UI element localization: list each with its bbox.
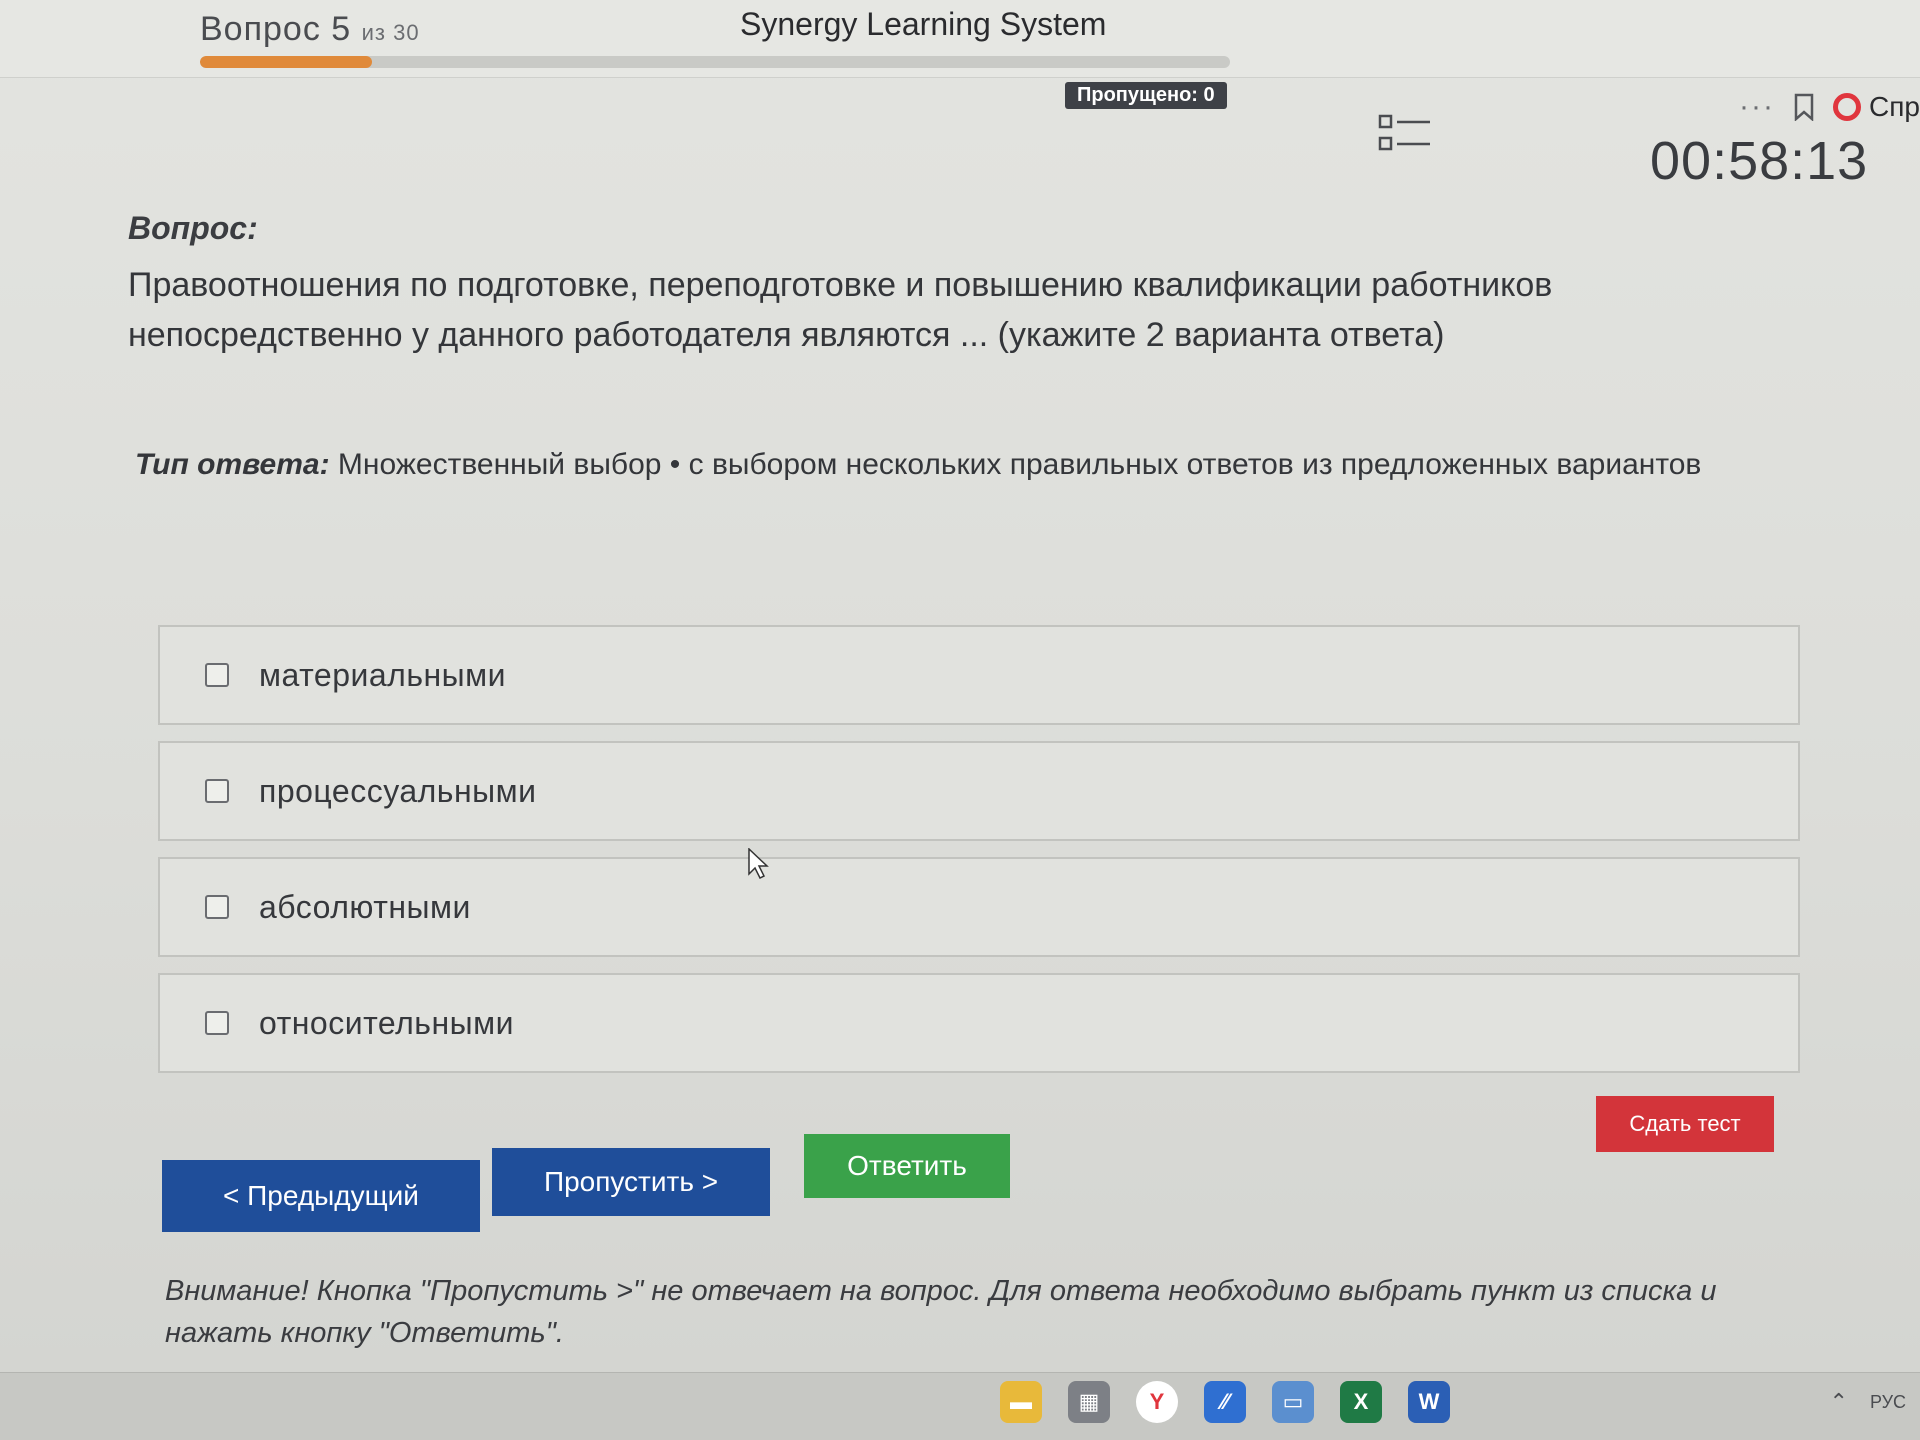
question-label: Вопрос: [128,210,258,246]
option-label: процессуальными [259,772,537,809]
option-label: относительными [259,1004,515,1041]
bookmark-icon[interactable] [1793,93,1815,121]
answer-type-value: Множественный выбор • с выбором нескольк… [337,448,1702,481]
more-icon[interactable]: ··· [1739,90,1775,124]
file-explorer-icon[interactable]: ▬ [1000,1381,1042,1423]
answer-button[interactable]: Ответить [804,1134,1010,1198]
help-label: Спр [1869,91,1920,122]
mouse-cursor-icon [748,847,770,885]
taskbar-icons: ▬ ▦ Y ⁄⁄ ▭ X W [1000,1381,1450,1423]
option-label: материальными [259,656,507,693]
option-checkbox[interactable] [205,663,229,687]
header-actions: ··· Спр [1739,90,1920,124]
taskbar: ▬ ▦ Y ⁄⁄ ▭ X W ⌃ РУС [0,1372,1920,1440]
screen-icon[interactable]: ▭ [1272,1381,1314,1423]
answer-type-label: Тип ответа: [135,448,330,481]
progress-bar [200,56,1230,68]
calendar-icon[interactable]: ▦ [1068,1381,1110,1423]
previous-button[interactable]: < Предыдущий [162,1160,480,1232]
system-tray: ⌃ РУС [1830,1389,1906,1415]
skip-button[interactable]: Пропустить > [492,1148,770,1216]
notice-text: Внимание! Кнопка "Пропустить >" не отвеч… [165,1275,1717,1349]
tray-language[interactable]: РУС [1870,1392,1906,1413]
skipped-badge[interactable]: Пропущено: 0 [1065,82,1227,109]
answer-options: материальными процессуальными абсолютным… [158,625,1800,1089]
window-title: Synergy Learning System [740,6,1107,42]
answer-type: Тип ответа: Множественный выбор • с выбо… [135,448,1775,482]
progress-bar-fill [200,56,372,68]
word-icon[interactable]: W [1408,1381,1450,1423]
help-icon [1833,93,1862,121]
option-label: абсолютными [259,888,471,925]
tray-chevron-up-icon[interactable]: ⌃ [1830,1389,1848,1415]
app-icon[interactable]: ⁄⁄ [1204,1381,1246,1423]
yandex-browser-icon[interactable]: Y [1136,1381,1178,1423]
excel-icon[interactable]: X [1340,1381,1382,1423]
answer-option[interactable]: абсолютными [158,857,1800,957]
question-counter-total: из 30 [361,20,420,45]
option-checkbox[interactable] [205,1011,229,1035]
answer-option[interactable]: относительными [158,973,1800,1073]
title-bar: Synergy Learning System Вопрос 5 из 30 [0,0,1920,78]
screen: Synergy Learning System Вопрос 5 из 30 П… [0,0,1920,1440]
submit-test-button[interactable]: Сдать тест [1596,1096,1774,1152]
question-list-icon[interactable] [1378,112,1434,161]
question-text: Правоотношения по подготовке, переподгот… [128,266,1553,354]
option-checkbox[interactable] [205,895,229,919]
timer: 00:58:13 [1650,131,1869,191]
answer-option[interactable]: процессуальными [158,741,1800,841]
help-link[interactable]: Спр [1833,91,1920,123]
question-counter: Вопрос 5 из 30 [200,10,420,49]
answer-option[interactable]: материальными [158,625,1800,725]
option-checkbox[interactable] [205,779,229,803]
question-counter-current: Вопрос 5 [200,10,352,48]
